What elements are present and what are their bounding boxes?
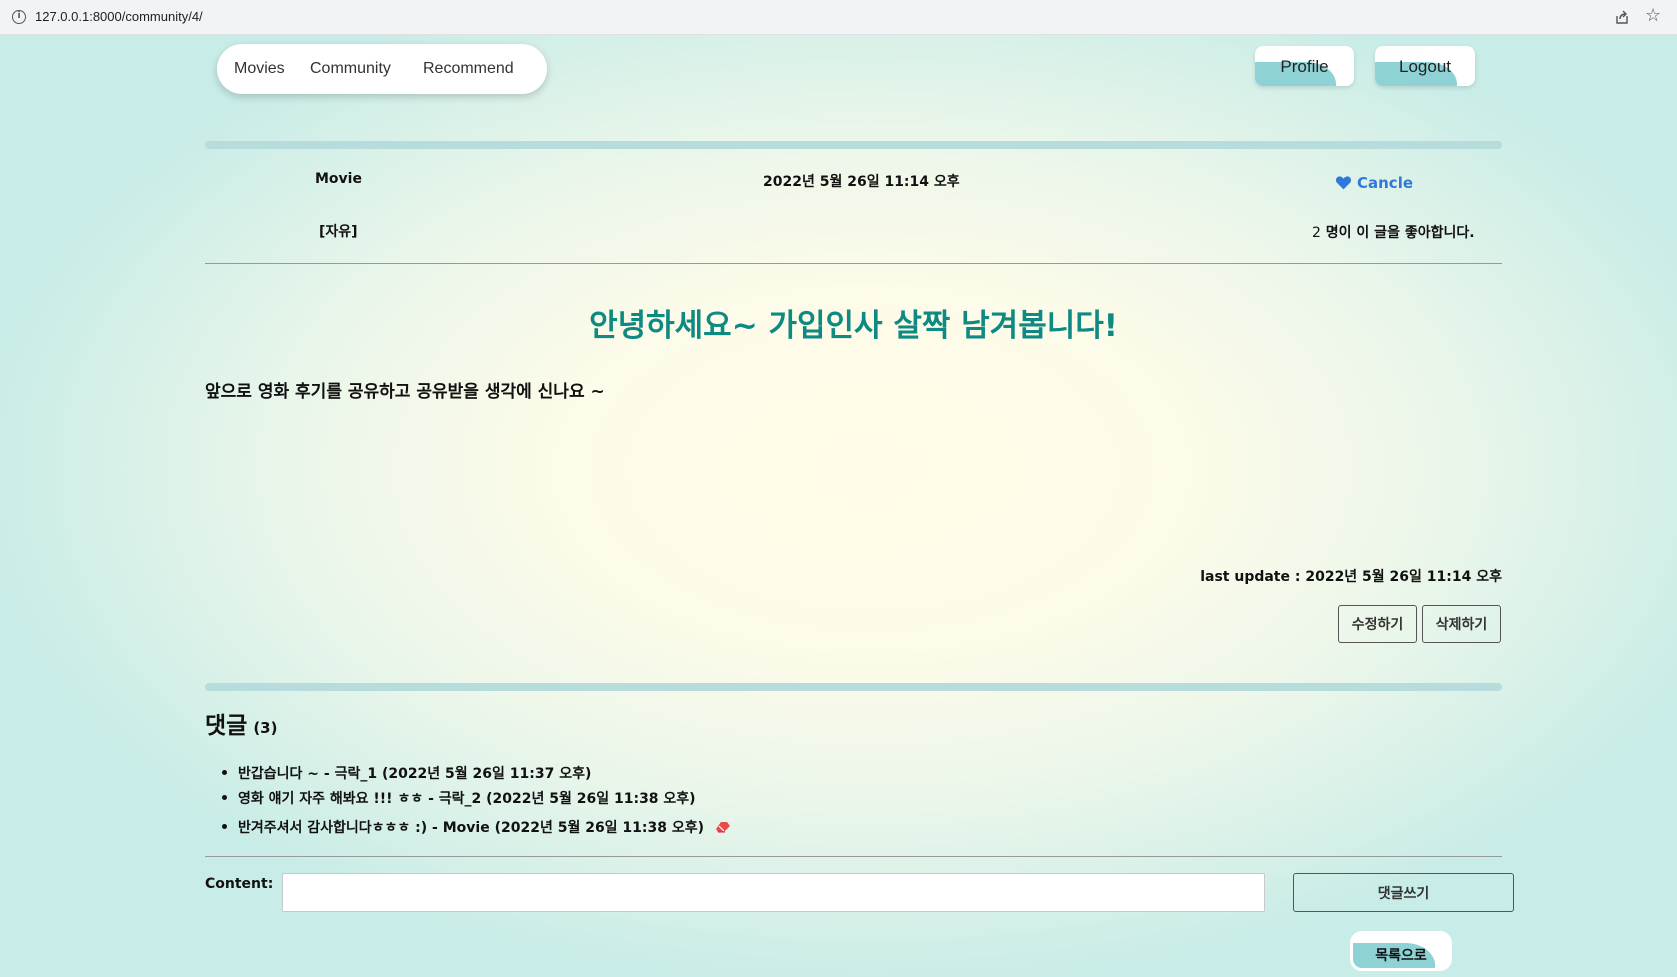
delete-button[interactable]: 삭제하기 [1422,605,1501,643]
nav-movies-link[interactable]: Movies [234,60,285,78]
comment-text: 반겨주셔서 감사합니다ㅎㅎㅎ :) - Movie (2022년 5월 26일 … [238,819,705,836]
post-category: [자유] [319,224,358,240]
profile-button[interactable]: Profile [1255,46,1354,86]
submit-comment-button[interactable]: 댓글쓰기 [1293,873,1514,912]
comment-item: 반겨주셔서 감사합니다ㅎㅎㅎ :) - Movie (2022년 5월 26일 … [222,814,731,839]
comment-item: 영화 얘기 자주 해봐요 !!! ㅎㅎ - 극락_2 (2022년 5월 26일… [222,785,730,810]
bullet-icon [222,824,227,829]
comments-heading: 댓글 (3) [205,706,277,740]
main-nav: Movies Community Recommend [217,44,547,94]
post-author: Movie [315,171,362,187]
meta-divider [205,263,1502,264]
bullet-icon [222,795,227,800]
like-summary: 2 명이 이 글을 좋아합니다. [1312,222,1475,242]
comment-content-input[interactable] [282,873,1265,912]
share-icon[interactable] [1614,9,1630,25]
comments-heading-label: 댓글 [205,713,248,739]
like-cancel-label: Cancle [1357,174,1414,192]
comment-item: 반갑습니다 ~ - 극락_1 (2022년 5월 26일 11:37 오후) [222,760,730,785]
back-button-label: 목록으로 [1375,948,1427,964]
logout-button-label: Logout [1399,57,1451,76]
like-cancel-button[interactable]: Cancle [1335,174,1413,192]
back-to-list-button[interactable]: 목록으로 [1350,931,1452,971]
post-content: 앞으로 영화 후기를 공유하고 공유받을 생각에 신나요 ~ [205,382,605,402]
delete-comment-eraser-icon[interactable] [716,821,731,833]
post-top-divider [205,141,1502,149]
like-count: 2 [1312,225,1321,241]
bullet-icon [222,770,227,775]
post-date: 2022년 5월 26일 11:14 오후 [763,174,960,190]
comment-form-divider [205,856,1502,857]
content-label: Content: [205,876,274,892]
comment-text: 영화 얘기 자주 해봐요 !!! ㅎㅎ - 극락_2 (2022년 5월 26일… [238,790,696,807]
bookmark-star-icon[interactable]: ☆ [1645,5,1661,27]
browser-address-bar: i 127.0.0.1:8000/community/4/ ☆ [0,0,1677,35]
comment-list: 반갑습니다 ~ - 극락_1 (2022년 5월 26일 11:37 오후) 영… [222,760,731,839]
logout-button[interactable]: Logout [1375,46,1475,86]
post-title: 안녕하세요~ 가입인사 살짝 남겨봅니다! [589,308,1118,344]
nav-recommend-link[interactable]: Recommend [423,60,514,78]
profile-button-label: Profile [1280,57,1329,76]
comments-top-divider [205,683,1502,691]
like-text: 명이 이 글을 좋아합니다. [1325,225,1475,241]
nav-community-link[interactable]: Community [310,60,391,78]
last-update-text: last update : 2022년 5월 26일 11:14 오후 [1200,569,1502,585]
heart-icon [1335,176,1352,190]
site-info-icon[interactable]: i [12,10,26,24]
comment-text: 반갑습니다 ~ - 극락_1 (2022년 5월 26일 11:37 오후) [238,765,592,782]
edit-button[interactable]: 수정하기 [1338,605,1417,643]
url-text[interactable]: 127.0.0.1:8000/community/4/ [35,9,203,24]
comments-count: (3) [253,719,278,737]
